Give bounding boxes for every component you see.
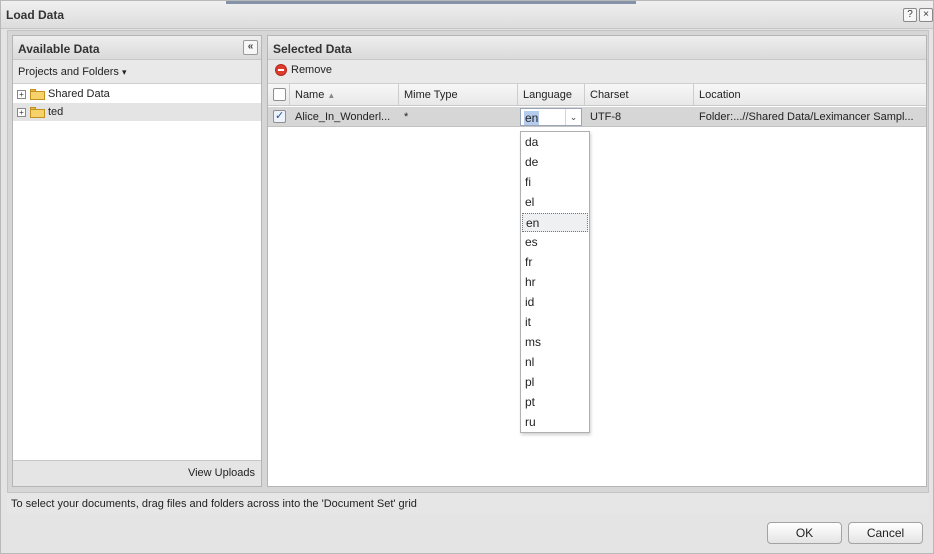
language-option-el[interactable]: el xyxy=(522,193,588,212)
language-option-it[interactable]: it xyxy=(522,313,588,332)
remove-label: Remove xyxy=(291,64,332,76)
language-combobox[interactable]: en ⌄ xyxy=(520,108,582,126)
row-charset: UTF-8 xyxy=(590,111,622,123)
language-option-pl[interactable]: pl xyxy=(522,373,588,392)
row-select-cell xyxy=(268,107,290,127)
expand-icon[interactable]: + xyxy=(17,108,26,117)
chevron-down-icon[interactable]: ⌄ xyxy=(565,109,581,125)
column-header-language[interactable]: Language xyxy=(518,84,585,106)
language-option-hr[interactable]: hr xyxy=(522,273,588,292)
language-dropdown-list: da de fi el en es fr hr id it ms nl pl p… xyxy=(520,131,590,433)
selected-data-header: Selected Data xyxy=(268,36,926,60)
column-header-location[interactable]: Location xyxy=(694,84,926,106)
projects-folders-dropdown[interactable]: Projects and Folders ▾ xyxy=(18,66,126,78)
close-icon[interactable]: × xyxy=(919,8,933,22)
row-checkbox[interactable] xyxy=(273,109,286,123)
language-option-nl[interactable]: nl xyxy=(522,353,588,372)
tree-item-label: Shared Data xyxy=(48,88,110,100)
collapse-panel-icon[interactable]: « xyxy=(243,40,258,55)
language-option-id[interactable]: id xyxy=(522,293,588,312)
grid-header: Name ▲ Mime Type Language Charset Locatio… xyxy=(268,84,926,106)
language-option-ms[interactable]: ms xyxy=(522,333,588,352)
column-header-charset[interactable]: Charset xyxy=(585,84,694,106)
available-data-header: Available Data « xyxy=(13,36,261,60)
selected-data-title: Selected Data xyxy=(273,42,352,56)
selected-data-toolbar: Remove xyxy=(268,60,926,84)
ok-button[interactable]: OK xyxy=(767,522,842,544)
remove-icon xyxy=(275,64,287,76)
folder-icon xyxy=(30,89,45,100)
row-location: Folder:...//Shared Data/Leximancer Sampl… xyxy=(699,111,914,123)
language-option-da[interactable]: da xyxy=(522,133,588,152)
language-value: en xyxy=(524,111,540,125)
folder-icon xyxy=(30,107,45,118)
window-top-accent xyxy=(226,1,636,4)
tree-item-ted[interactable]: + ted xyxy=(13,103,261,121)
available-data-title: Available Data xyxy=(18,42,100,56)
available-data-footer: View Uploads xyxy=(13,460,261,486)
language-option-pt[interactable]: pt xyxy=(522,393,588,412)
column-header-mime-type[interactable]: Mime Type xyxy=(399,84,518,106)
language-option-fr[interactable]: fr xyxy=(522,253,588,272)
tree-item-label: ted xyxy=(48,106,64,118)
select-all-checkbox[interactable] xyxy=(273,88,286,101)
cancel-button[interactable]: Cancel xyxy=(848,522,923,544)
column-name-label: Name xyxy=(295,89,325,101)
language-option-en[interactable]: en xyxy=(522,213,588,232)
view-uploads-button[interactable]: View Uploads xyxy=(188,467,255,479)
title-bar: Load Data ? × xyxy=(1,1,933,29)
dialog-title: Load Data xyxy=(6,8,65,22)
projects-folders-toolbar: Projects and Folders ▾ xyxy=(13,60,261,84)
language-option-es[interactable]: es xyxy=(522,233,588,252)
tree-item-shared-data[interactable]: + Shared Data xyxy=(13,85,261,103)
status-bar: To select your documents, drag files and… xyxy=(7,492,929,514)
expand-icon[interactable]: + xyxy=(17,90,26,99)
row-name: Alice_In_Wonderl... xyxy=(295,111,391,123)
load-data-dialog: Load Data ? × Available Data « Projects … xyxy=(0,0,934,554)
available-data-panel: Available Data « Projects and Folders ▾ … xyxy=(12,35,262,487)
content-area: Available Data « Projects and Folders ▾ … xyxy=(7,30,929,514)
chevron-down-icon: ▾ xyxy=(121,67,127,77)
row-mime-type: * xyxy=(404,111,409,123)
table-row[interactable]: Alice_In_Wonderl... * en ⌄ UTF-8 Folder:… xyxy=(268,107,926,127)
language-option-de[interactable]: de xyxy=(522,153,588,172)
column-header-name[interactable]: Name ▲ xyxy=(290,84,399,106)
sort-ascending-icon: ▲ xyxy=(327,91,336,100)
language-option-fi[interactable]: fi xyxy=(522,173,588,192)
select-all-cell xyxy=(268,84,290,106)
selected-data-panel: Selected Data Remove Name ▲ Mime Type Lan… xyxy=(267,35,927,487)
remove-button[interactable]: Remove xyxy=(268,60,348,84)
help-icon[interactable]: ? xyxy=(903,8,917,22)
language-option-ru[interactable]: ru xyxy=(522,413,588,432)
projects-folders-label: Projects and Folders xyxy=(18,66,119,78)
